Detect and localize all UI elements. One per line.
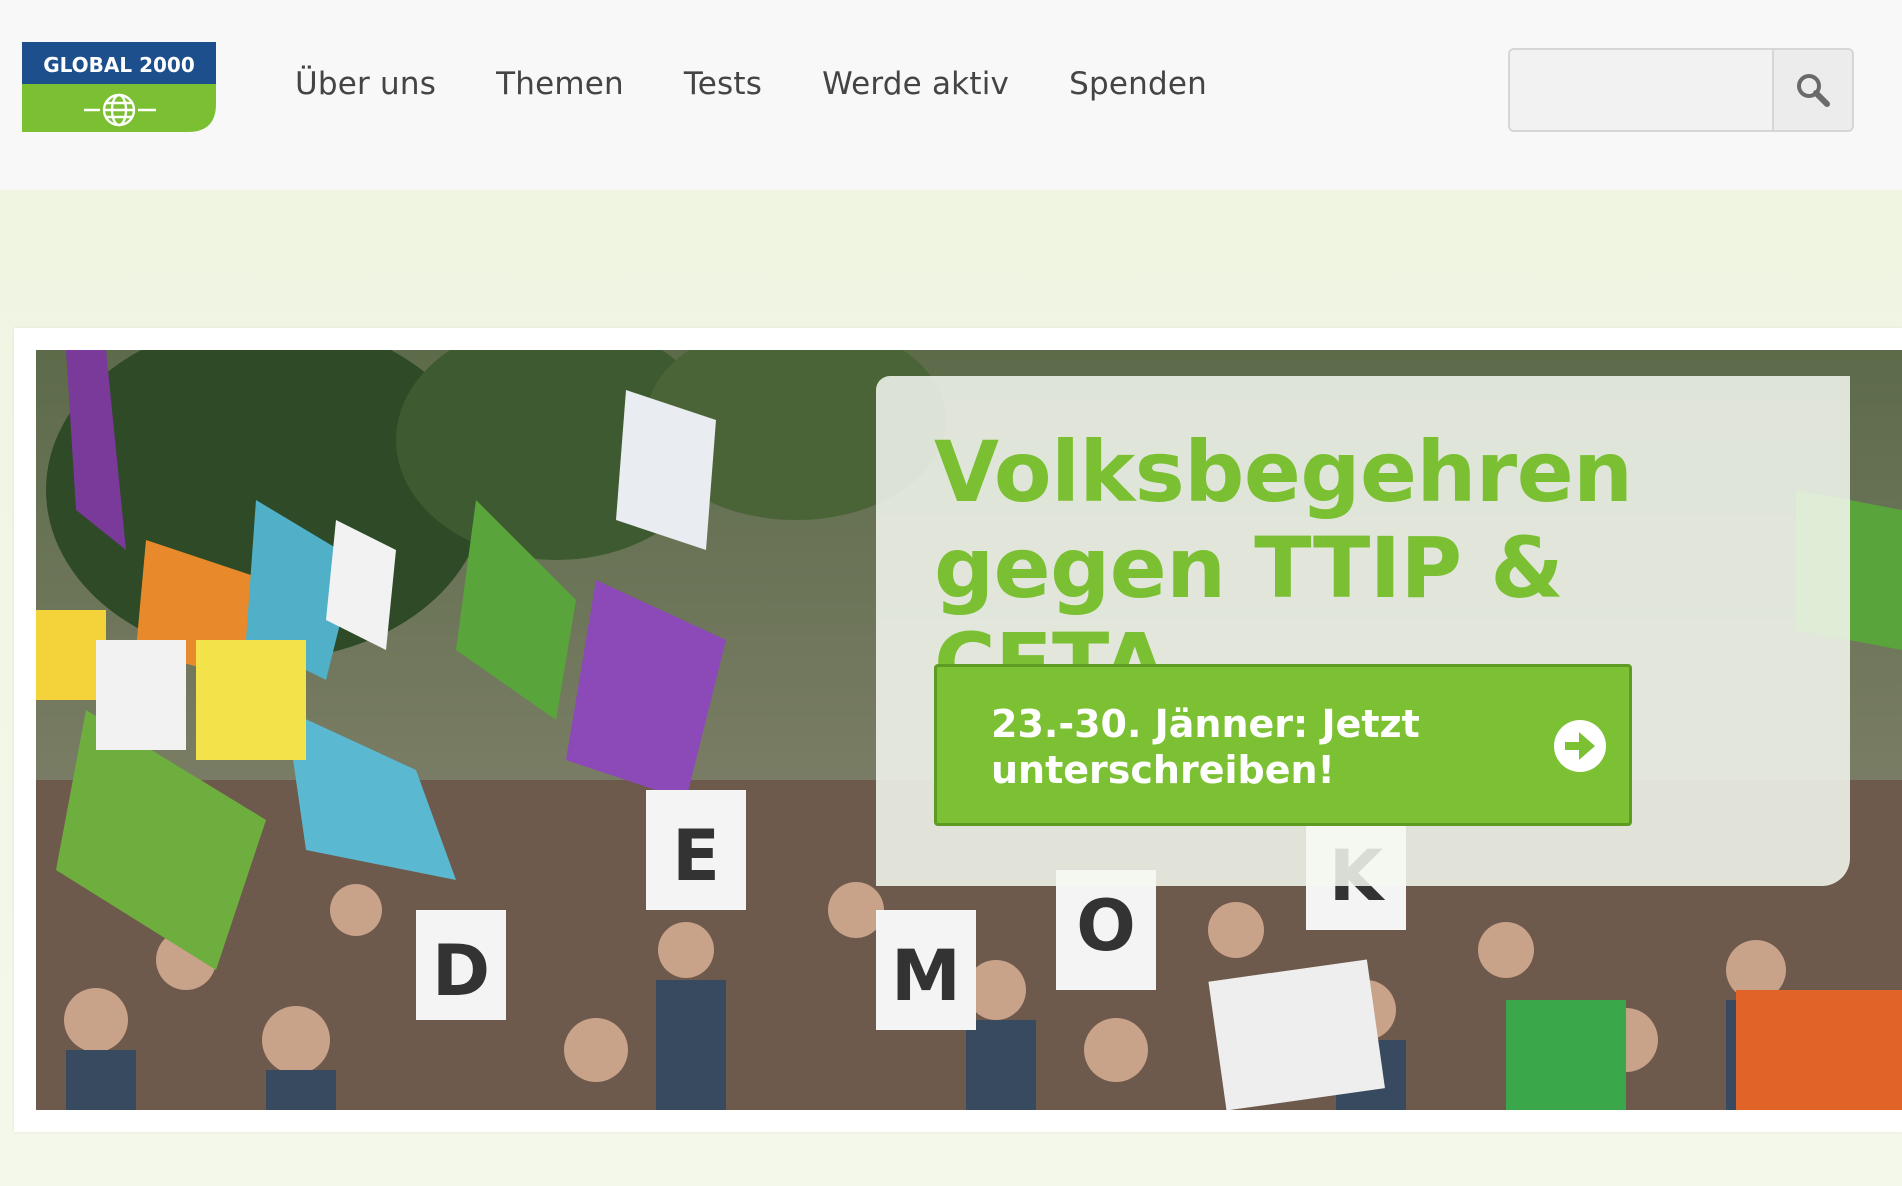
photo-letter-o: O xyxy=(1076,885,1136,967)
main-navigation: Über uns Themen Tests Werde aktiv Spende… xyxy=(265,60,1237,108)
arrow-right-circle-icon xyxy=(1554,720,1606,772)
cta-label: 23.-30. Jänner: Jetzt unterschreiben! xyxy=(991,701,1511,793)
hero-headline-line1: Volksbegehren xyxy=(934,423,1633,521)
nav-item-tests[interactable]: Tests xyxy=(654,60,792,108)
search-box xyxy=(1508,48,1854,132)
nav-item-ueber-uns[interactable]: Über uns xyxy=(265,60,466,108)
nav-item-themen[interactable]: Themen xyxy=(466,60,654,108)
nav-item-spenden[interactable]: Spenden xyxy=(1039,60,1237,108)
cta-label-line1: 23.-30. Jänner: Jetzt xyxy=(991,702,1420,746)
site-header: GLOBAL 2000 Über uns Themen Tests Werde … xyxy=(0,0,1902,190)
photo-letter-e: E xyxy=(672,815,720,897)
search-input[interactable] xyxy=(1510,50,1774,130)
photo-letter-d: D xyxy=(432,930,490,1012)
search-button[interactable] xyxy=(1774,50,1852,130)
global-2000-logo[interactable]: GLOBAL 2000 xyxy=(22,42,216,132)
cta-label-line2: unterschreiben! xyxy=(991,748,1335,792)
nav-item-werde-aktiv[interactable]: Werde aktiv xyxy=(792,60,1039,108)
search-icon xyxy=(1797,74,1830,107)
photo-letter-m: M xyxy=(891,935,961,1017)
sign-petition-button[interactable]: 23.-30. Jänner: Jetzt unterschreiben! xyxy=(934,664,1632,826)
logo-text: GLOBAL 2000 xyxy=(43,53,195,77)
